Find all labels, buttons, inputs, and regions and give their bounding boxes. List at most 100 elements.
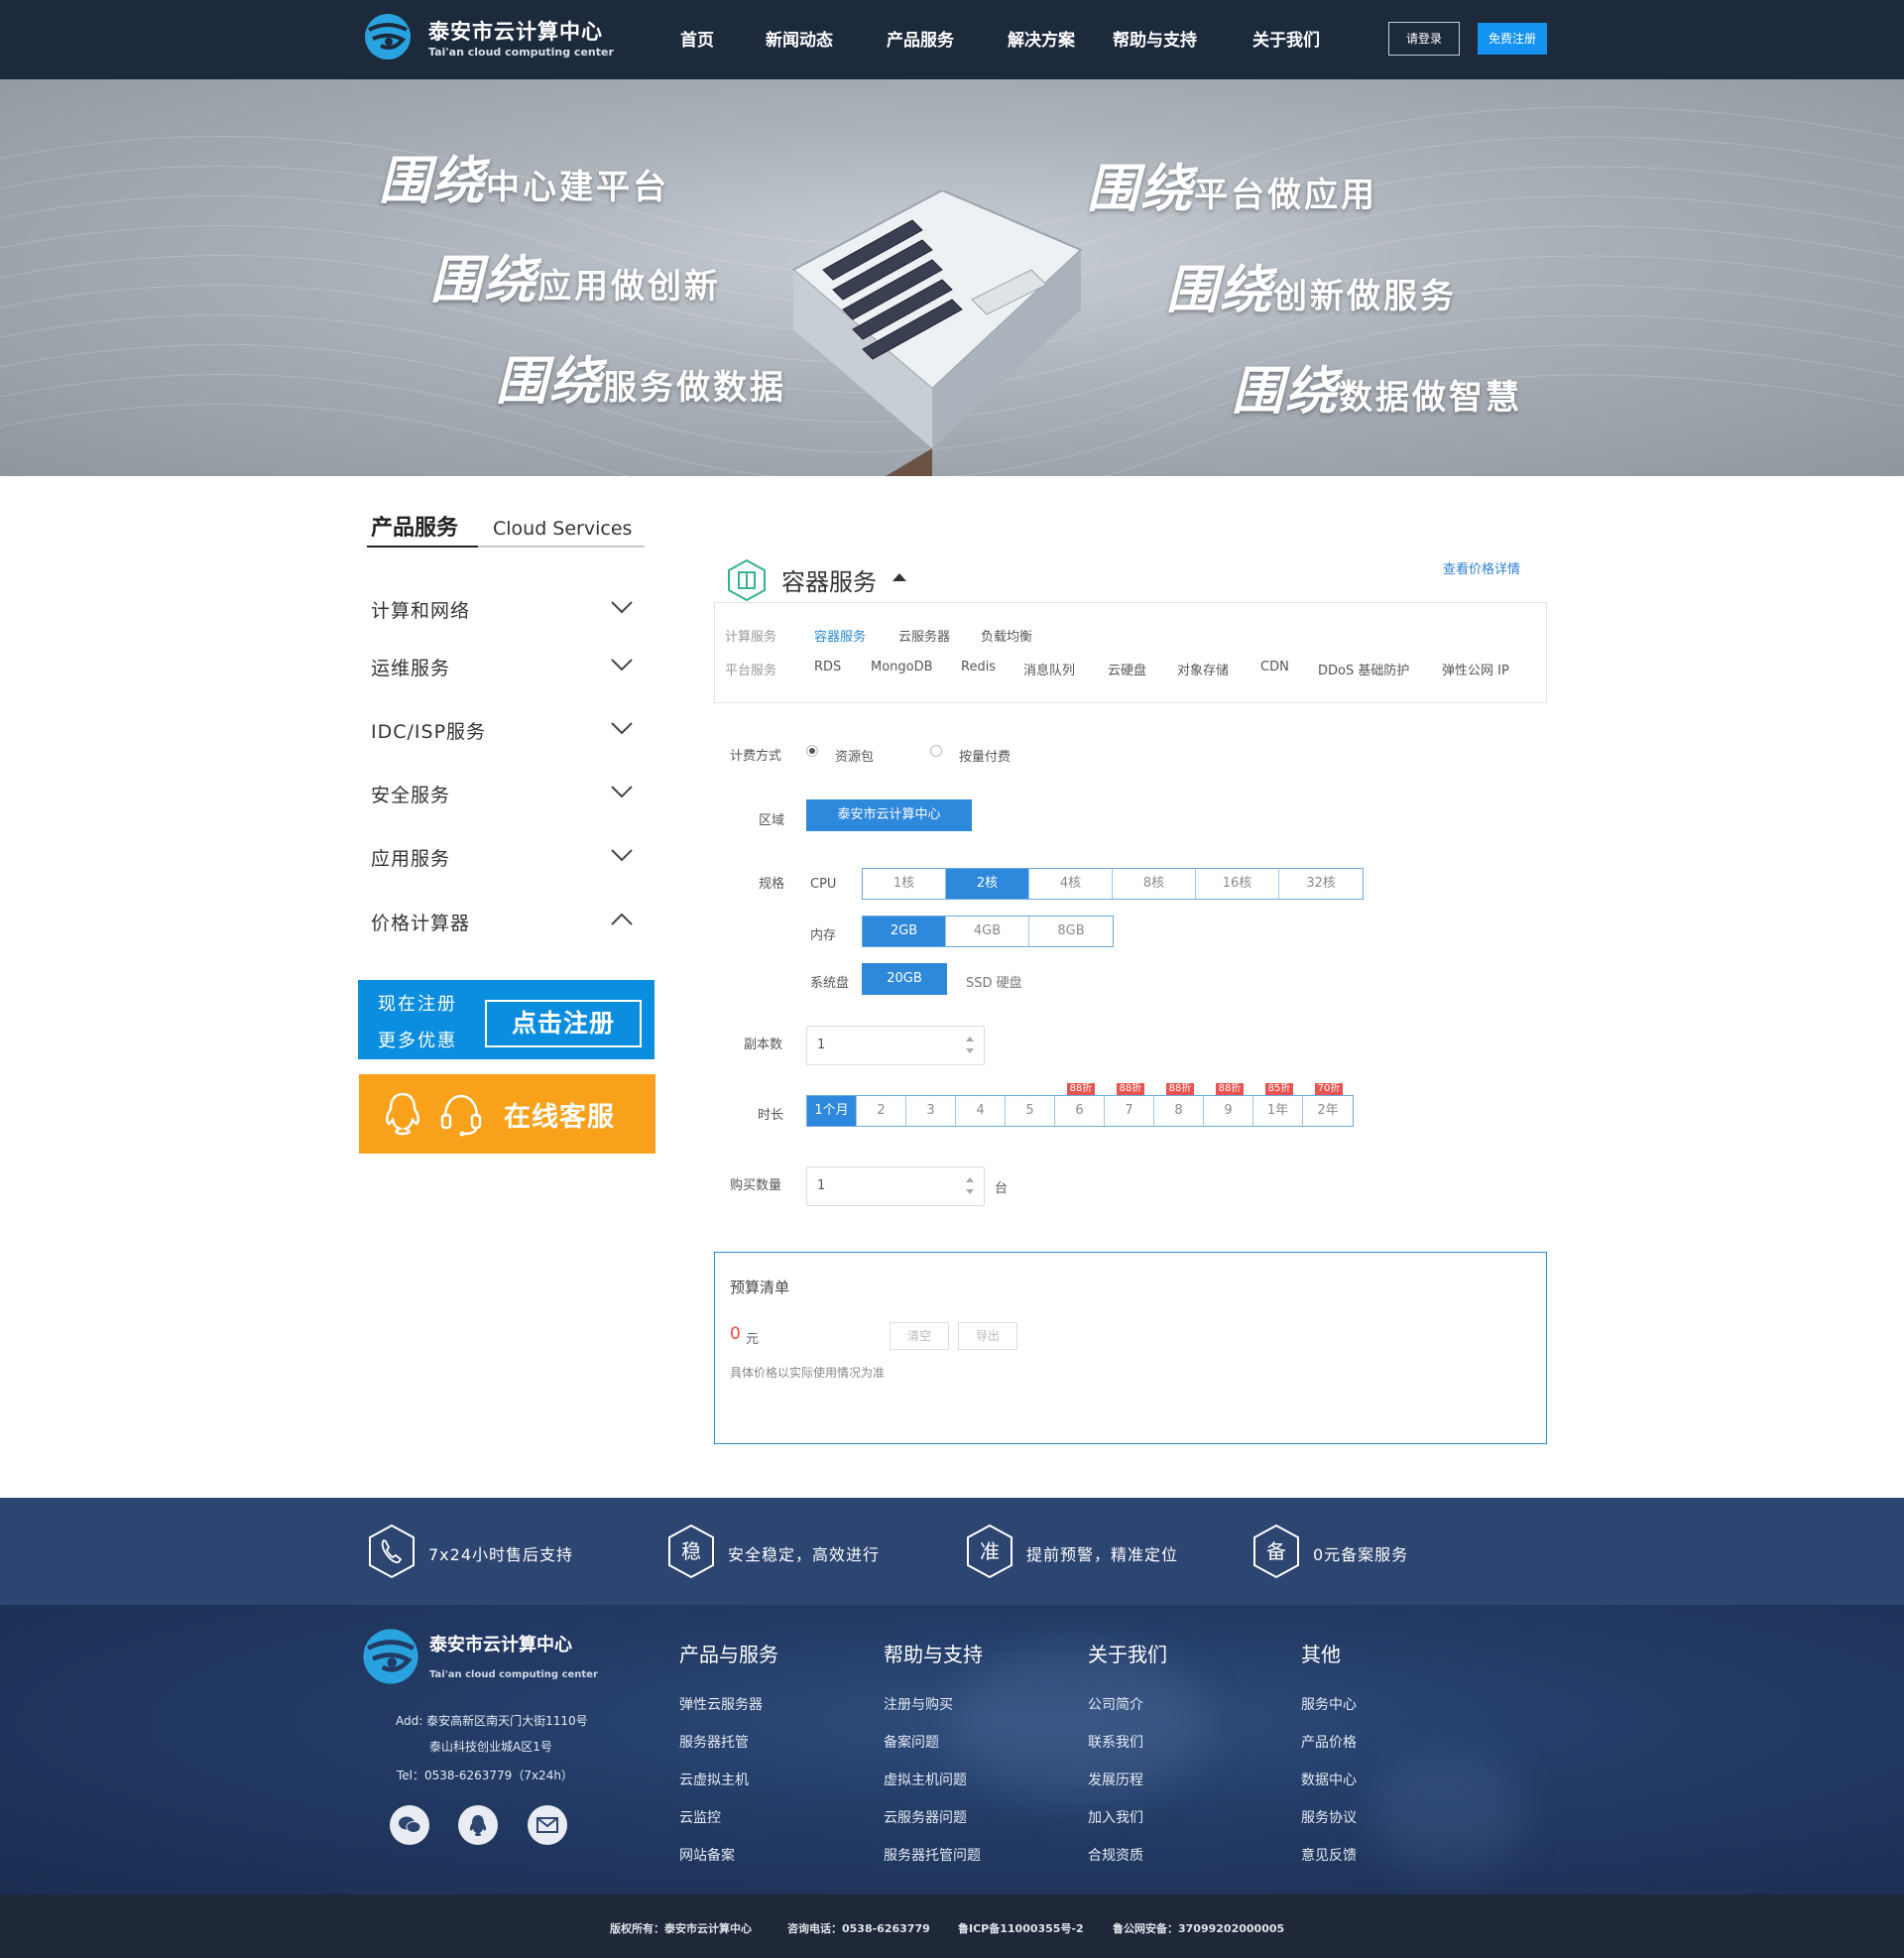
quantity-stepper[interactable]: 1 [806, 1166, 985, 1206]
sidebar-title: 产品服务 [371, 516, 459, 541]
feature-text: 安全稳定，高效进行 [728, 1545, 881, 1564]
nav-home[interactable]: 首页 [680, 26, 714, 51]
cpu-option[interactable]: 1核 [863, 869, 946, 899]
sidebar-item-calculator[interactable]: 价格计算器 [371, 903, 645, 942]
footer-link[interactable]: 备案问题 [884, 1732, 939, 1752]
duration-option[interactable]: 6 88折 [1055, 1083, 1105, 1126]
footer-link[interactable]: 服务协议 [1301, 1807, 1357, 1827]
tab-elastic-ip[interactable]: 弹性公网 IP [1442, 660, 1509, 678]
duration-option[interactable]: 4 [956, 1096, 1006, 1126]
footer-link[interactable]: 云监控 [679, 1807, 721, 1827]
quantity-unit: 台 [995, 1181, 1009, 1196]
sidebar-item-compute[interactable]: 计算和网络 [371, 590, 645, 630]
price-details-link[interactable]: 查看价格详情 [1443, 558, 1520, 577]
duration-option[interactable]: 5 [1006, 1096, 1055, 1126]
footer-col-title: 关于我们 [1088, 1643, 1167, 1666]
cpu-option[interactable]: 8核 [1113, 869, 1196, 899]
footer-logo-title: 泰安市云计算中心 [429, 1635, 572, 1655]
billing-option-usage[interactable]: 按量付费 [959, 746, 1011, 765]
tab-rds[interactable]: RDS [814, 660, 841, 674]
duration-option[interactable]: 9 88折 [1204, 1083, 1253, 1126]
memory-option-selected[interactable]: 2GB [863, 917, 946, 946]
duration-option[interactable]: 8 88折 [1154, 1083, 1204, 1126]
container-service-icon [728, 558, 766, 602]
online-support-button[interactable]: 在线客服 [359, 1074, 655, 1154]
duration-option[interactable]: 2 [857, 1096, 906, 1126]
nav-help[interactable]: 帮助与支持 [1113, 26, 1197, 51]
footer-link[interactable]: 联系我们 [1088, 1732, 1143, 1752]
footer-link[interactable]: 网站备案 [679, 1845, 735, 1865]
tab-message-queue[interactable]: 消息队列 [1023, 660, 1075, 678]
tab-object-storage[interactable]: 对象存储 [1177, 660, 1229, 678]
register-promo: 现在注册 更多优惠 点击注册 [358, 980, 654, 1059]
slogan-5: 围绕创新做服务 [1166, 261, 1458, 320]
nav-news[interactable]: 新闻动态 [766, 26, 833, 51]
duration-option[interactable]: 1年 85折 [1253, 1083, 1303, 1126]
footer-link[interactable]: 意见反馈 [1301, 1845, 1357, 1865]
footer-link[interactable]: 服务器托管问题 [884, 1845, 981, 1865]
sidebar-item-ops[interactable]: 运维服务 [371, 648, 645, 687]
footer-link[interactable]: 加入我们 [1088, 1807, 1143, 1827]
cpu-option[interactable]: 16核 [1196, 869, 1279, 899]
billing-radio-usage[interactable] [930, 745, 942, 757]
tab-container[interactable]: 容器服务 [814, 626, 866, 645]
duration-option[interactable]: 7 88折 [1105, 1083, 1154, 1126]
footer-link[interactable]: 数据中心 [1301, 1770, 1357, 1789]
tab-cloud-server[interactable]: 云服务器 [898, 626, 950, 645]
login-button[interactable]: 请登录 [1388, 22, 1460, 56]
export-button[interactable]: 导出 [958, 1322, 1017, 1350]
memory-option[interactable]: 4GB [946, 917, 1029, 946]
footer-link[interactable]: 发展历程 [1088, 1770, 1143, 1789]
caret-up-icon[interactable] [892, 573, 906, 581]
precise-badge-icon: 准 [967, 1524, 1012, 1579]
cpu-option-selected[interactable]: 2核 [946, 869, 1029, 899]
footer-link[interactable]: 服务中心 [1301, 1694, 1357, 1714]
cpu-option[interactable]: 32核 [1279, 869, 1363, 899]
cpu-option[interactable]: 4核 [1029, 869, 1113, 899]
footer-link[interactable]: 虚拟主机问题 [884, 1770, 967, 1789]
footer-link[interactable]: 产品价格 [1301, 1732, 1357, 1752]
clear-button[interactable]: 清空 [890, 1322, 949, 1350]
duration-option[interactable]: 2年 70折 [1303, 1083, 1353, 1126]
signup-button[interactable]: 免费注册 [1478, 23, 1547, 55]
sidebar-item-idc[interactable]: IDC/ISP服务 [371, 711, 645, 751]
duration-option-label: 8 [1174, 1103, 1183, 1118]
qq-button[interactable] [458, 1805, 498, 1845]
stepper-up-icon[interactable] [966, 1177, 974, 1182]
svg-text:准: 准 [980, 1539, 1000, 1563]
footer-link[interactable]: 云服务器问题 [884, 1807, 967, 1827]
footer-link[interactable]: 服务器托管 [679, 1732, 749, 1752]
footer-link[interactable]: 合规资质 [1088, 1845, 1143, 1865]
footer-link[interactable]: 公司简介 [1088, 1694, 1143, 1714]
nav-products[interactable]: 产品服务 [887, 26, 954, 51]
footer-link[interactable]: 云虚拟主机 [679, 1770, 749, 1789]
nav-solutions[interactable]: 解决方案 [1008, 26, 1075, 51]
stepper-down-icon[interactable] [966, 1048, 974, 1053]
stepper-up-icon[interactable] [966, 1037, 974, 1041]
billing-option-package[interactable]: 资源包 [835, 746, 874, 765]
tab-load-balancer[interactable]: 负载均衡 [981, 626, 1032, 645]
sidebar-item-apps[interactable]: 应用服务 [371, 838, 645, 878]
nav-about[interactable]: 关于我们 [1252, 26, 1320, 51]
tab-redis[interactable]: Redis [961, 660, 996, 674]
replicas-stepper[interactable]: 1 [806, 1026, 985, 1065]
duration-option-selected[interactable]: 1个月 [807, 1096, 857, 1126]
promo-register-button[interactable]: 点击注册 [485, 1000, 642, 1047]
footer-link[interactable]: 注册与购买 [884, 1694, 953, 1714]
stepper-down-icon[interactable] [966, 1189, 974, 1194]
copyright-police: 鲁公网安备：37099202000005 [1113, 1922, 1285, 1935]
wechat-button[interactable] [390, 1805, 429, 1845]
tab-mongodb[interactable]: MongoDB [871, 660, 933, 674]
billing-radio-package[interactable] [806, 745, 818, 757]
tab-cdn[interactable]: CDN [1260, 660, 1289, 674]
email-button[interactable] [528, 1805, 567, 1845]
tab-ddos[interactable]: DDoS 基础防护 [1318, 660, 1409, 678]
memory-option[interactable]: 8GB [1029, 917, 1113, 946]
tab-cloud-disk[interactable]: 云硬盘 [1108, 660, 1146, 678]
region-option[interactable]: 泰安市云计算中心 [806, 799, 972, 831]
system-disk-option-selected[interactable]: 20GB [863, 964, 946, 994]
copyright-bar: 版权所有：泰安市云计算中心 咨询电话：0538-6263779 鲁ICP备110… [0, 1895, 1904, 1958]
footer-link[interactable]: 弹性云服务器 [679, 1694, 763, 1714]
sidebar-item-security[interactable]: 安全服务 [371, 775, 645, 814]
duration-option[interactable]: 3 [906, 1096, 956, 1126]
